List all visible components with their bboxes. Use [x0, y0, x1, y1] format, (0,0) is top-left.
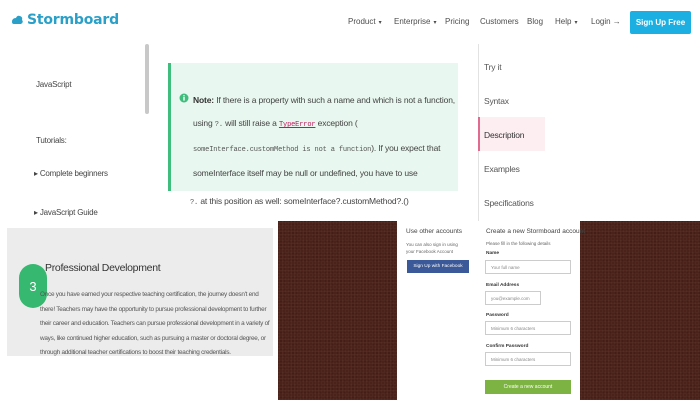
note-code-3: someInterface.customMethod is not a func…: [193, 146, 372, 154]
name-label: Name: [486, 251, 500, 256]
create-account-title: Create a new Stormboard account: [486, 228, 585, 235]
stormboard-logo-icon: [12, 15, 23, 24]
password-label: Password: [486, 313, 509, 318]
note-callout: Note: If there is a property with such a…: [168, 63, 458, 191]
nav-enterprise[interactable]: Enterprise ▾: [394, 17, 436, 26]
nav-pricing-label: Pricing: [445, 17, 470, 26]
typeerror-link[interactable]: TypeError: [279, 121, 316, 129]
nav-product-label: Product: [348, 17, 376, 26]
triangle-right-icon: ▸: [34, 208, 38, 217]
note-text-3: exception (: [317, 118, 358, 128]
brand-logo[interactable]: Stormboard: [10, 12, 119, 28]
card-title: Professional Development: [45, 262, 161, 274]
chevron-down-icon: ▾: [433, 20, 437, 26]
info-icon: [179, 93, 189, 103]
note-text: Note: If there is a property with such a…: [193, 89, 455, 185]
name-field[interactable]: Your full name: [485, 260, 571, 274]
professional-development-card: 3 Professional Development Once you have…: [7, 228, 273, 356]
nav-customers-label: Customers: [480, 17, 519, 26]
chevron-down-icon: ▾: [378, 20, 382, 26]
nav-help[interactable]: Help ▾: [555, 17, 577, 26]
doc-nav-specifications[interactable]: Specifications: [484, 198, 534, 208]
triangle-right-icon: ▸: [34, 169, 38, 178]
confirm-password-field[interactable]: Minimum 6 characters: [485, 352, 571, 366]
create-account-desc: Please fill in the following details: [486, 241, 551, 246]
note-code-1: ?.: [214, 121, 223, 129]
brand-name: Stormboard: [27, 12, 119, 28]
email-label: Email Address: [486, 283, 520, 288]
doc-nav-try-it[interactable]: Try it: [484, 62, 502, 72]
chevron-down-icon: ▾: [574, 20, 578, 26]
nav-blog[interactable]: Blog: [527, 17, 543, 26]
sidebar-item-label: JavaScript Guide: [39, 208, 98, 217]
nav-login-label: Login →: [591, 17, 621, 26]
sidebar-tutorials-label: Tutorials:: [36, 136, 67, 145]
nav-customers[interactable]: Customers: [480, 17, 519, 26]
doc-nav-description[interactable]: Description: [484, 130, 525, 140]
sidebar-item-label: Complete beginners: [39, 169, 108, 178]
nav-pricing[interactable]: Pricing: [445, 17, 469, 26]
sidebar-item-javascript-guide[interactable]: ▸ JavaScript Guide: [34, 208, 98, 217]
sign-up-button[interactable]: Sign Up Free: [630, 11, 691, 34]
note-code-5: someInterface?.customMethod?.(): [283, 196, 409, 206]
note-label: Note:: [193, 95, 214, 105]
note-code-4: ?.: [190, 199, 199, 207]
doc-nav-syntax[interactable]: Syntax: [484, 96, 509, 106]
sidebar-scrollbar[interactable]: [145, 44, 149, 114]
other-accounts-desc: You can also sign in using your Facebook…: [406, 242, 458, 254]
doc-nav-examples[interactable]: Examples: [484, 164, 520, 174]
nav-blog-label: Blog: [527, 17, 544, 26]
facebook-signup-button[interactable]: Sign Up with Facebook: [407, 260, 469, 273]
email-field[interactable]: you@example.com: [485, 291, 541, 305]
note-continuation: ?. at this position as well: someInterfa…: [190, 196, 409, 207]
other-accounts-title: Use other accounts: [406, 228, 463, 235]
confirm-password-label: Confirm Password: [486, 344, 529, 349]
sidebar-item-complete-beginners[interactable]: ▸ Complete beginners: [34, 169, 108, 178]
note-text-5: at this position as well:: [200, 196, 282, 206]
top-navigation: Stormboard Product ▾ Enterprise ▾ Pricing …: [0, 0, 700, 44]
nav-product[interactable]: Product ▾: [348, 17, 382, 26]
password-field[interactable]: Minimum 6 characters: [485, 321, 571, 335]
sidebar-heading[interactable]: JavaScript: [36, 80, 72, 89]
note-text-2: will still raise a: [225, 118, 277, 128]
card-body: Once you have earned your respective tea…: [40, 291, 270, 356]
nav-help-label: Help: [555, 17, 572, 26]
create-account-button[interactable]: Create a new account: [485, 380, 571, 394]
brown-texture-panel-left: [278, 221, 397, 400]
nav-login[interactable]: Login →: [591, 17, 621, 26]
brown-texture-panel-right: [580, 221, 700, 400]
nav-enterprise-label: Enterprise: [394, 17, 431, 26]
